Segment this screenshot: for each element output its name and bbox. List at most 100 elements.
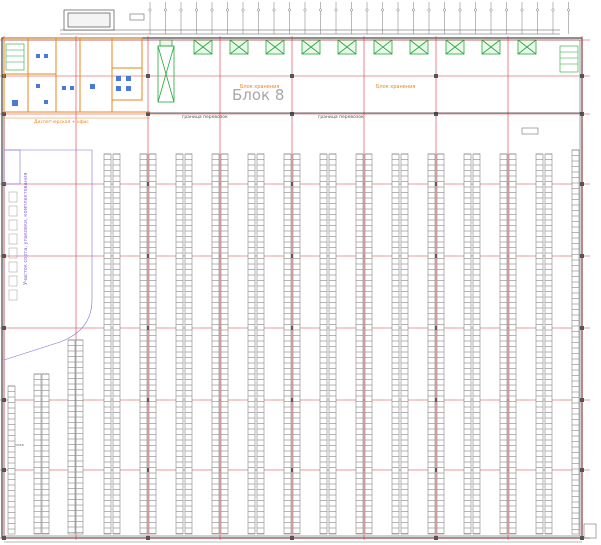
rack-frame: [292, 153, 301, 535]
rack-frame: [535, 153, 544, 535]
right-annotation: [521, 127, 597, 539]
column-marker: [580, 468, 584, 472]
dock-doors: [159, 39, 537, 55]
side-box: [8, 261, 18, 273]
rack-frame: [328, 153, 337, 535]
rack-column: [33, 373, 42, 535]
dock-door: [517, 39, 537, 55]
dock-tick-mark: [427, 8, 431, 12]
rack-column: [148, 153, 157, 535]
column-marker: [146, 112, 150, 116]
rack-frame: [103, 153, 112, 535]
column-marker: [146, 74, 150, 78]
dock-tick-mark: [536, 8, 539, 12]
rack-column: [75, 339, 84, 535]
rack-column: [41, 373, 50, 535]
rack-frame: [283, 153, 292, 535]
dock-tick-mark: [195, 8, 198, 12]
dock-door: [301, 39, 321, 55]
top-docks-strip: [60, 9, 560, 35]
dock-door: [265, 39, 285, 55]
rack-column: [319, 153, 328, 535]
column-marker: [580, 398, 584, 402]
stair-left: [5, 43, 25, 71]
boundary-label-left: граница перевозок: [182, 115, 228, 120]
rack-column: [508, 153, 517, 535]
rack-column: [103, 153, 112, 535]
rack-frame: [355, 153, 364, 535]
side-box: [8, 205, 18, 217]
dock-tick-mark: [148, 8, 152, 12]
rack-column: [535, 153, 544, 535]
column-marker: [2, 468, 6, 472]
column-marker: [290, 74, 294, 78]
rack-frame: [211, 153, 220, 535]
dock-tick-mark: [381, 8, 384, 12]
rack-column: [544, 153, 553, 535]
rack-frame: [472, 153, 481, 535]
dock-door: [159, 39, 173, 47]
column-marker: [580, 536, 584, 540]
side-box: [8, 233, 18, 245]
rack-column: [499, 153, 508, 535]
column-marker: [580, 112, 584, 116]
storage-racks: [7, 149, 580, 535]
dock-tick-mark: [458, 8, 462, 12]
dock-tick-mark: [350, 8, 353, 12]
dock-tick-mark: [365, 8, 369, 12]
rack-frame: [427, 153, 436, 535]
dock-tick-mark: [319, 8, 322, 12]
rack-column: [247, 153, 256, 535]
rack-column: [211, 153, 220, 535]
rack-frame: [148, 153, 157, 535]
rack-column: [355, 153, 364, 535]
column-marker: [2, 254, 6, 258]
rack-column: [139, 153, 148, 535]
dock-tick-mark: [443, 8, 446, 12]
column-marker: [2, 398, 6, 402]
rack-frame: [400, 153, 409, 535]
rack-frame: [112, 153, 121, 535]
dock-tick-mark: [179, 8, 183, 12]
rack-column: [184, 153, 193, 535]
dock-tick-mark: [474, 8, 477, 12]
rack-column: [7, 385, 16, 535]
rack-frame: [175, 153, 184, 535]
rack-column: [391, 153, 400, 535]
dock-door: [373, 39, 393, 55]
column-marker: [434, 536, 438, 540]
rack-column: [427, 153, 436, 535]
rack-column: [472, 153, 481, 535]
rack-column: [67, 339, 76, 535]
rack-column: [364, 153, 373, 535]
rack-frame: [364, 153, 373, 535]
dock-tick-mark: [210, 8, 214, 12]
column-marker: [146, 536, 150, 540]
rack-frame: [184, 153, 193, 535]
rack-frame: [499, 153, 508, 535]
rack-column: [463, 153, 472, 535]
conveyor-element: [157, 45, 175, 103]
side-box: [8, 219, 18, 231]
boundary-label-right: граница перевозок: [318, 115, 364, 120]
rack-column: [112, 153, 121, 535]
stair-right: [559, 45, 579, 73]
dock-tick-mark: [396, 8, 400, 12]
side-box: [8, 289, 18, 301]
dock-door: [445, 39, 465, 55]
rack-column: [571, 149, 580, 535]
column-marker: [2, 112, 6, 116]
side-box: [8, 191, 18, 203]
dock-tick-mark: [288, 8, 291, 12]
rack-column: [256, 153, 265, 535]
side-box: [8, 275, 18, 287]
rack-frame: [139, 153, 148, 535]
rack-frame: [544, 153, 553, 535]
dock-tick-mark: [272, 8, 276, 12]
dock-door: [481, 39, 501, 55]
dock-tick-mark: [412, 8, 415, 12]
side-box: [8, 247, 18, 259]
column-marker: [290, 536, 294, 540]
zone-label-left: Блок хранения: [240, 84, 279, 90]
rack-column: [292, 153, 301, 535]
